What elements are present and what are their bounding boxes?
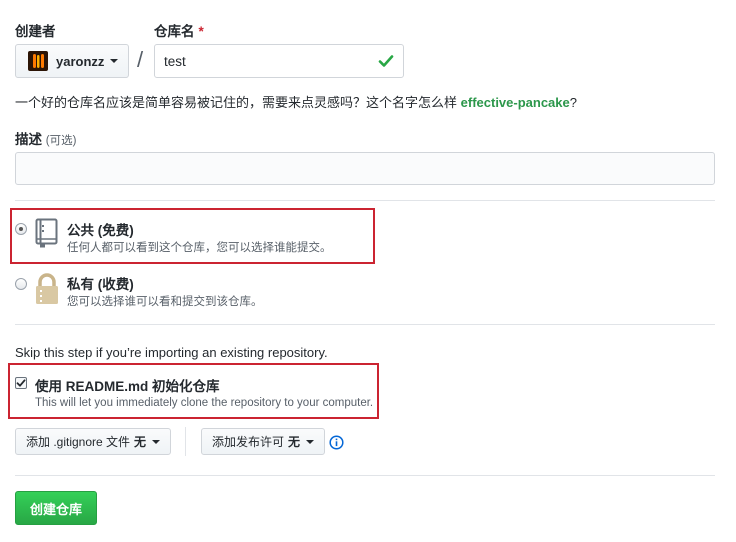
license-value: 无	[288, 435, 301, 449]
check-icon	[378, 55, 394, 67]
create-repository-button[interactable]: 创建仓库	[15, 491, 97, 525]
divider	[15, 475, 715, 476]
radio-private[interactable]	[15, 278, 27, 290]
private-note: 您可以选择谁可以看和提交到该仓库。	[67, 296, 263, 308]
owner-label: 创建者	[15, 24, 56, 39]
readme-label[interactable]: 使用 README.md 初始化仓库	[35, 375, 220, 395]
license-label: 添加发布许可	[212, 435, 285, 449]
repository-name-label-text: 仓库名	[154, 24, 195, 39]
avatar	[28, 51, 48, 71]
repository-name-value: test	[164, 53, 186, 69]
chevron-down-icon	[306, 439, 315, 444]
repository-name-label: 仓库名 *	[154, 20, 204, 40]
skip-note: Skip this step if you’re importing an ex…	[15, 345, 328, 360]
owner-select-button[interactable]: yaronzz	[15, 44, 129, 78]
required-mark: *	[198, 24, 204, 39]
public-title: 公共 (免费)	[67, 223, 134, 238]
divider	[15, 324, 715, 325]
checkmark-icon	[16, 379, 26, 387]
public-note: 任何人都可以看到这个仓库，您可以选择谁能提交。	[67, 242, 332, 254]
repository-name-suggestion: 一个好的仓库名应该是简单容易被记住的，需要来点灵感吗？这个名字怎么样 effec…	[15, 92, 577, 111]
repo-book-icon	[35, 218, 58, 248]
private-title: 私有 (收费)	[67, 277, 134, 292]
chevron-down-icon	[110, 59, 119, 63]
suggestion-prefix: 一个好的仓库名应该是简单容易被记住的，需要来点灵感吗？这个名字怎么样	[15, 95, 458, 110]
gitignore-label: 添加 .gitignore 文件	[26, 435, 131, 449]
vertical-divider	[185, 427, 186, 456]
info-icon[interactable]	[329, 435, 344, 450]
suggestion-suffix: ?	[569, 95, 577, 110]
description-label: 描述 (可选)	[15, 128, 76, 148]
gitignore-select-button[interactable]: 添加 .gitignore 文件 无	[15, 428, 172, 455]
radio-public[interactable]	[15, 223, 27, 235]
divider	[15, 200, 715, 201]
readme-checkbox[interactable]	[15, 377, 27, 389]
license-select-button[interactable]: 添加发布许可 无	[201, 428, 326, 455]
highlight-box-public	[10, 208, 375, 264]
chevron-down-icon	[152, 439, 161, 444]
readme-note: This will let you immediately clone the …	[35, 397, 374, 409]
description-label-text: 描述	[15, 132, 42, 147]
description-optional-note: (可选)	[45, 135, 77, 147]
repository-name-input[interactable]: test	[154, 44, 404, 78]
gitignore-value: 无	[134, 435, 147, 449]
lock-icon	[36, 273, 58, 304]
description-input[interactable]	[15, 152, 715, 185]
owner-name: yaronzz	[56, 53, 105, 69]
suggested-name-link[interactable]: effective-pancake	[461, 95, 570, 110]
owner-repo-separator: /	[137, 47, 144, 72]
